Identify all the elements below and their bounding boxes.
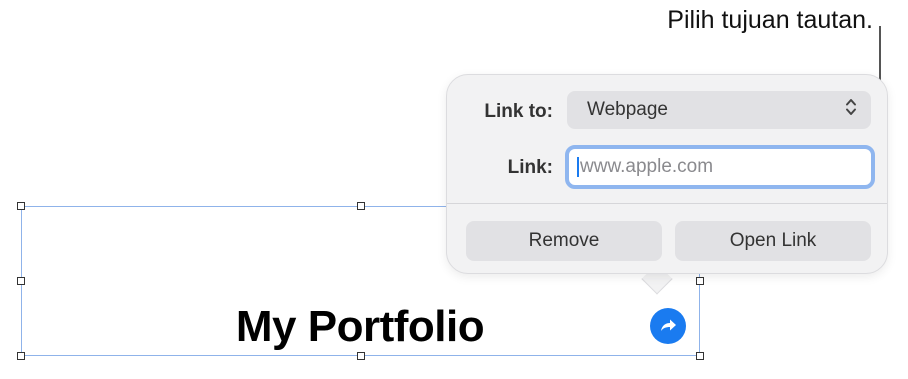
link-to-label: Link to: xyxy=(484,101,553,122)
chevron-up-down-icon xyxy=(845,97,857,123)
link-to-value: Webpage xyxy=(587,99,668,120)
link-arrow-icon[interactable] xyxy=(650,308,686,344)
link-url-field[interactable] xyxy=(565,145,875,189)
open-link-button[interactable]: Open Link xyxy=(675,221,871,261)
link-url-input[interactable] xyxy=(580,156,850,178)
resize-handle-bottom-right[interactable] xyxy=(696,352,704,360)
link-to-popup[interactable]: Webpage xyxy=(567,91,871,129)
resize-handle-bottom-middle[interactable] xyxy=(357,352,365,360)
popover-divider xyxy=(447,203,887,204)
remove-button[interactable]: Remove xyxy=(466,221,662,261)
callout-text: Pilih tujuan tautan. xyxy=(667,6,873,34)
resize-handle-top-middle[interactable] xyxy=(357,202,365,210)
resize-handle-middle-left[interactable] xyxy=(17,277,25,285)
resize-handle-top-left[interactable] xyxy=(17,202,25,210)
resize-handle-bottom-left[interactable] xyxy=(17,352,25,360)
text-caret xyxy=(577,157,579,177)
portfolio-title-text[interactable]: My Portfolio xyxy=(150,302,570,352)
link-label: Link: xyxy=(507,157,553,178)
link-popover: Link to: Webpage Link: Remove Open Link xyxy=(446,74,888,274)
resize-handle-middle-right[interactable] xyxy=(696,277,704,285)
